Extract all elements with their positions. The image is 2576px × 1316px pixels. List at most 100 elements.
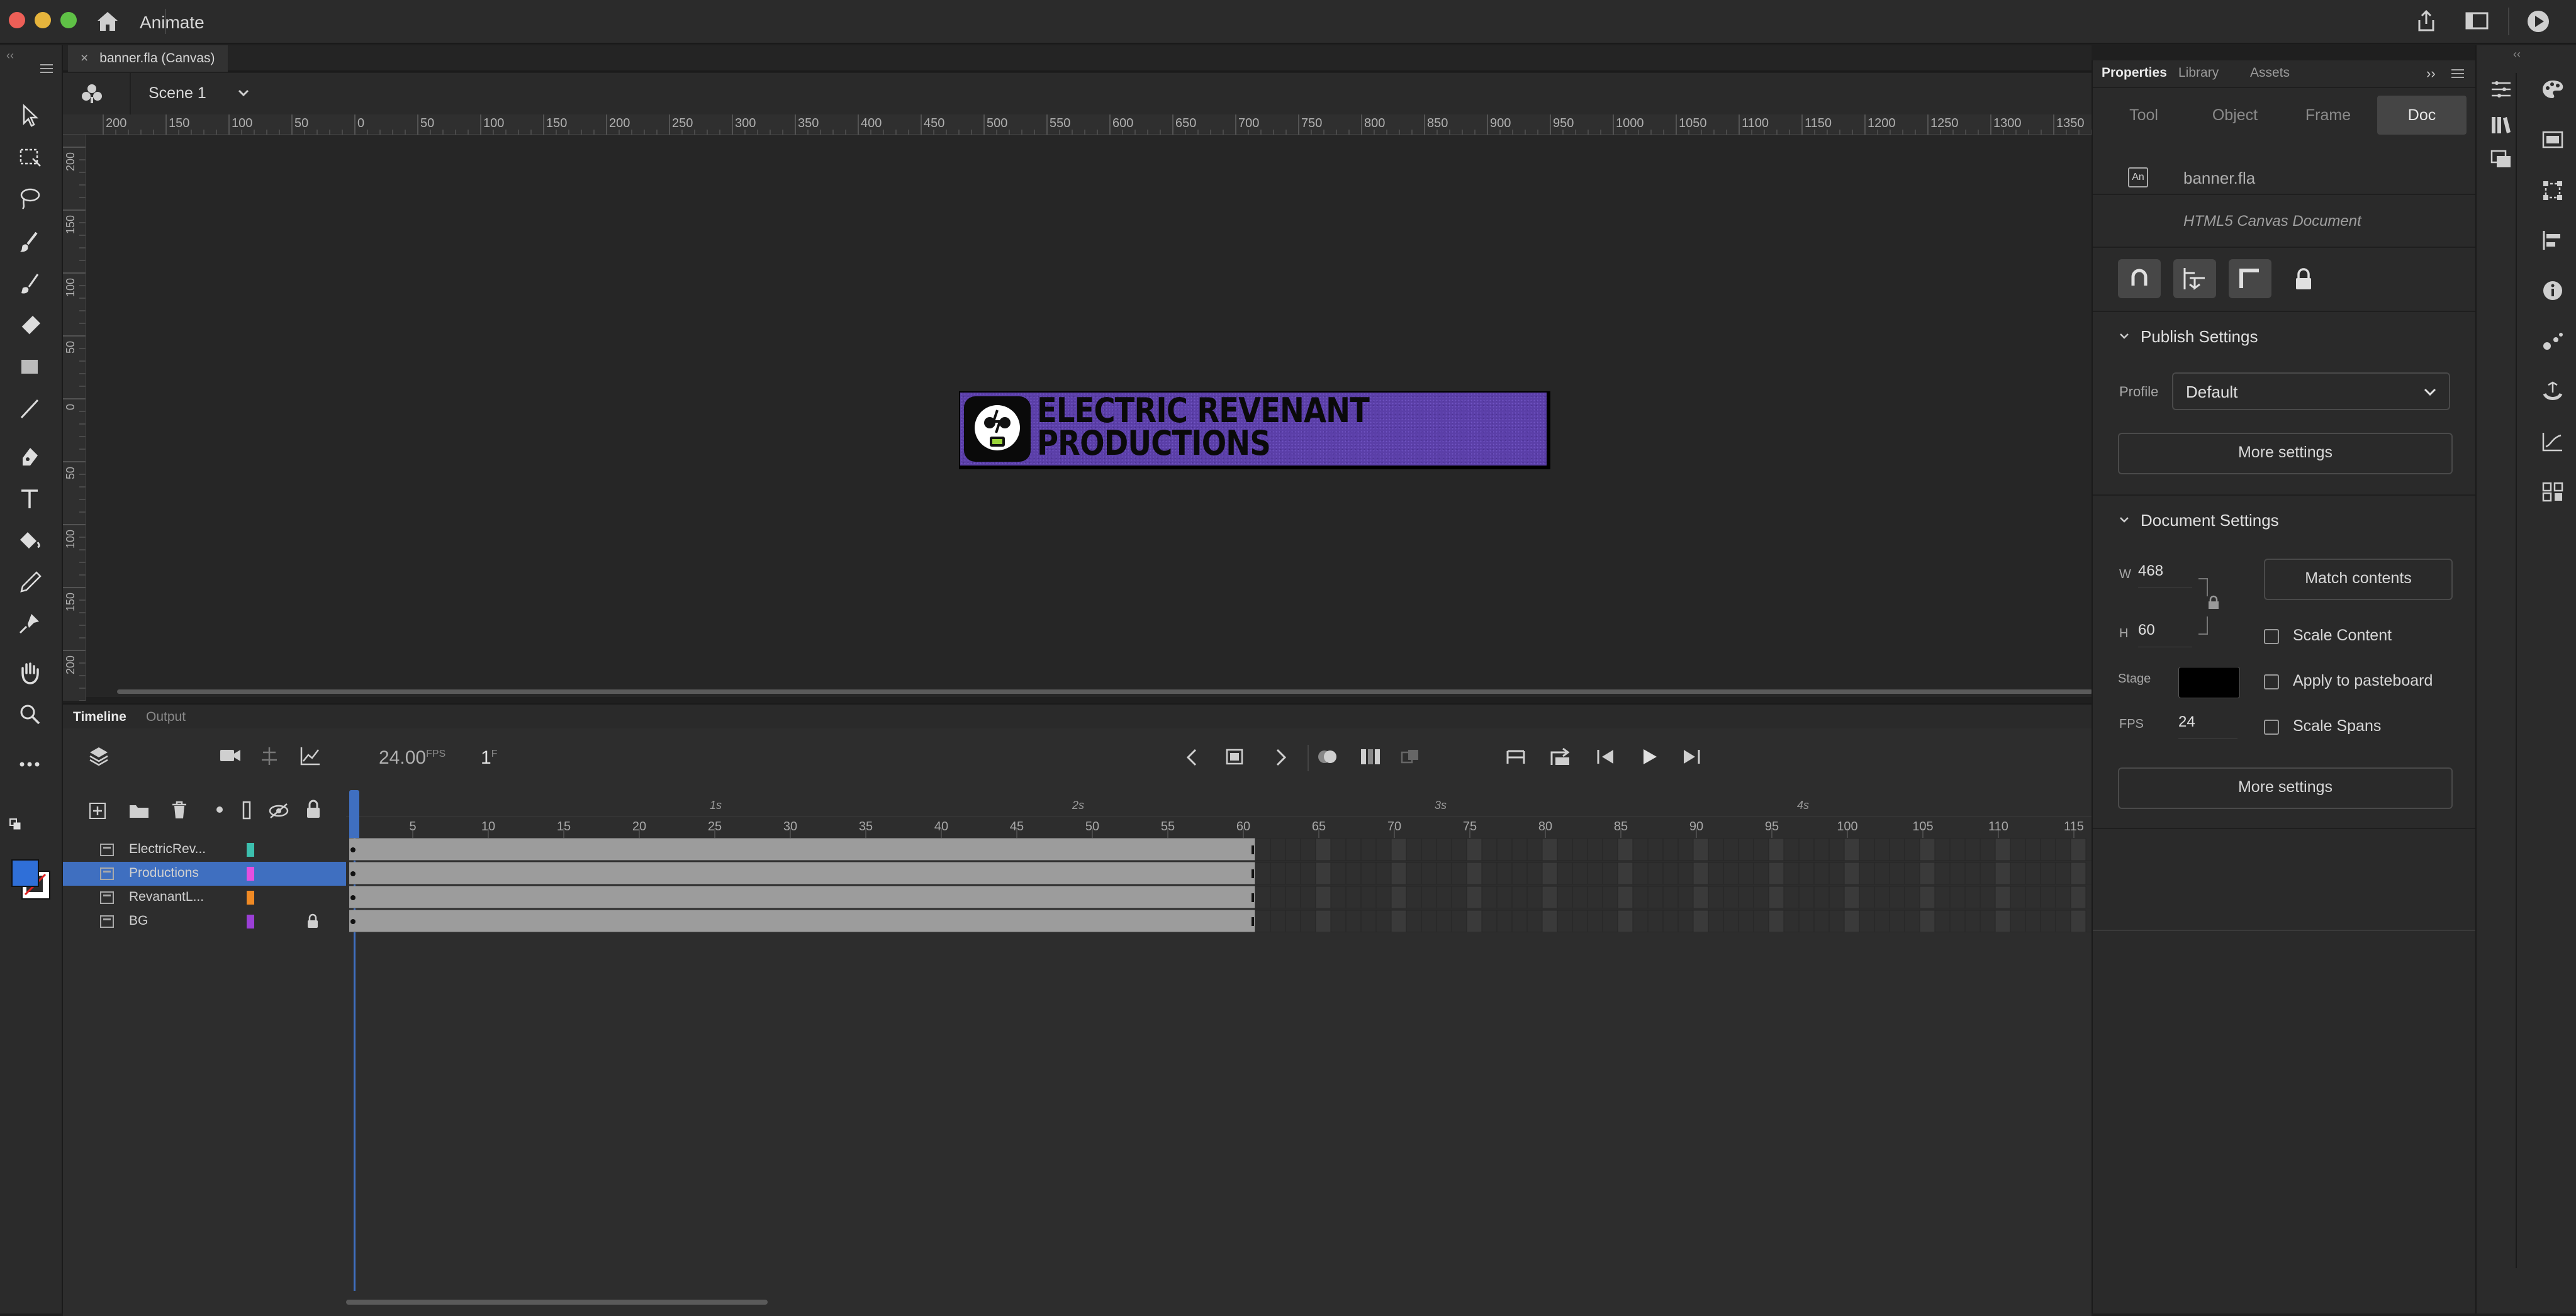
layer-row[interactable]: Productions <box>63 862 346 886</box>
test-movie-icon[interactable] <box>2526 9 2551 34</box>
share-icon[interactable] <box>2415 9 2438 33</box>
subtab-frame[interactable]: Frame <box>2284 93 2372 137</box>
edit-symbols-icon[interactable] <box>81 83 103 104</box>
graph-icon[interactable] <box>300 746 321 766</box>
tab-output[interactable]: Output <box>146 705 186 730</box>
collapse-toolbar-icon[interactable]: ‹‹ <box>6 49 14 62</box>
layer-row[interactable]: BG <box>63 910 346 934</box>
timeline-horizontal-scrollbar[interactable] <box>346 1300 768 1305</box>
tab-properties[interactable]: Properties <box>2102 65 2167 81</box>
assets-panel-icon[interactable] <box>2489 148 2513 171</box>
new-layer-icon[interactable] <box>88 801 107 820</box>
home-icon[interactable] <box>96 10 120 33</box>
workspace-icon[interactable] <box>2465 11 2489 30</box>
align-panel-icon[interactable] <box>2541 229 2565 252</box>
fps-field[interactable]: 24 <box>2178 713 2237 739</box>
layers-icon[interactable] <box>88 745 109 766</box>
step-forward-icon[interactable] <box>1681 747 1701 766</box>
close-tab-icon[interactable]: × <box>81 51 88 65</box>
hide-layers-icon[interactable] <box>268 801 289 820</box>
expand-panel-icon[interactable]: ›› <box>2426 65 2436 82</box>
frame-grid[interactable] <box>346 838 2092 1316</box>
eyedropper-tool-icon[interactable] <box>14 566 45 598</box>
layer-depth-icon[interactable] <box>259 746 279 766</box>
width-field[interactable]: 468 <box>2138 562 2192 588</box>
publish-settings-heading[interactable]: Publish Settings <box>2141 327 2258 347</box>
subtab-doc[interactable]: Doc <box>2377 96 2467 135</box>
close-window-button[interactable] <box>9 12 25 28</box>
layer-color-swatch[interactable] <box>247 867 254 881</box>
motion-editor-icon[interactable] <box>2541 430 2565 453</box>
layer-color-swatch[interactable] <box>247 891 254 905</box>
frame-row[interactable] <box>349 886 2092 908</box>
asset-warp-icon[interactable] <box>2541 380 2565 403</box>
motion-presets-icon[interactable] <box>2541 330 2565 352</box>
step-back-icon[interactable] <box>1596 747 1616 766</box>
pin-tool-icon[interactable] <box>14 608 45 639</box>
next-keyframe-icon[interactable] <box>1271 747 1290 767</box>
document-settings-heading[interactable]: Document Settings <box>2141 511 2279 530</box>
publish-more-settings-button[interactable]: More settings <box>2118 433 2453 474</box>
stage[interactable]: ELECTRIC REVENANT PRODUCTIONS <box>959 391 1550 469</box>
edit-multiple-frames-icon[interactable] <box>1359 746 1382 767</box>
tab-timeline[interactable]: Timeline <box>73 705 126 730</box>
panel-menu-icon[interactable] <box>2450 68 2465 79</box>
frame-row[interactable] <box>349 838 2092 861</box>
stage-color-swatch[interactable] <box>2178 667 2240 698</box>
profile-select[interactable]: Default <box>2172 372 2450 410</box>
frame-readout[interactable]: 1F <box>481 747 497 769</box>
fps-readout[interactable]: 24.00FPS <box>379 747 445 769</box>
pen-tool-icon[interactable] <box>14 442 45 473</box>
collapse-strip-icon[interactable]: ‹‹ <box>2513 48 2521 61</box>
lasso-tool-icon[interactable] <box>14 182 45 214</box>
rectangle-tool-icon[interactable] <box>14 351 45 382</box>
transform-panel-icon[interactable] <box>2541 179 2565 201</box>
zoom-tool-icon[interactable] <box>14 698 45 730</box>
selection-tool-icon[interactable] <box>14 99 45 131</box>
layer-row[interactable]: RevanantL... <box>63 886 346 910</box>
onion-skin-icon[interactable] <box>1315 746 1340 767</box>
loop-icon[interactable] <box>1549 746 1572 767</box>
height-field[interactable]: 60 <box>2138 622 2192 647</box>
frame-row[interactable] <box>349 862 2092 884</box>
subtab-object[interactable]: Object <box>2191 93 2279 137</box>
more-tools-icon[interactable] <box>14 749 45 780</box>
brush-tool-icon[interactable] <box>14 268 45 299</box>
toolbar-menu-icon[interactable] <box>39 63 54 74</box>
new-folder-icon[interactable] <box>128 801 150 820</box>
apply-to-pasteboard-checkbox[interactable] <box>2264 674 2279 689</box>
link-dimensions-icon[interactable] <box>2197 577 2219 635</box>
color-panel-icon[interactable] <box>2541 78 2565 101</box>
snap-magnet-button[interactable] <box>2118 259 2161 298</box>
insert-blank-keyframe-icon[interactable] <box>1505 746 1526 767</box>
layer-color-swatch[interactable] <box>247 915 254 928</box>
eraser-tool-icon[interactable] <box>14 309 45 341</box>
frame-ruler[interactable]: 1s 2s 3s 4s 5 10 15 20 25 30 35 40 45 50 55 60 65 70 75 80 8… <box>346 788 2092 838</box>
camera-icon[interactable] <box>219 747 242 764</box>
document-tab[interactable]: × banner.fla (Canvas) <box>68 45 228 72</box>
properties-panel-icon[interactable] <box>2489 78 2513 101</box>
subtab-tool[interactable]: Tool <box>2102 93 2186 137</box>
minimize-window-button[interactable] <box>35 12 51 28</box>
chevron-down-icon[interactable] <box>2118 330 2131 342</box>
swap-colors-icon[interactable] <box>9 818 23 832</box>
frame-row[interactable] <box>349 910 2092 932</box>
rulers-button[interactable] <box>2229 259 2271 298</box>
library-panel-icon[interactable] <box>2489 113 2513 136</box>
outline-layers-icon[interactable] <box>242 800 252 820</box>
swatches-panel-icon[interactable] <box>2541 128 2565 151</box>
paint-bucket-tool-icon[interactable] <box>14 525 45 556</box>
line-tool-icon[interactable] <box>14 393 45 424</box>
stage-horizontal-scrollbar[interactable] <box>117 689 2093 694</box>
insert-keyframe-icon[interactable] <box>1224 746 1246 767</box>
text-tool-icon[interactable] <box>14 483 45 515</box>
tab-library[interactable]: Library <box>2178 65 2219 81</box>
components-panel-icon[interactable] <box>2541 481 2565 503</box>
scale-spans-checkbox[interactable] <box>2264 720 2279 735</box>
snap-align-button[interactable] <box>2173 259 2216 298</box>
lock-guides-button[interactable] <box>2284 259 2323 298</box>
document-more-settings-button[interactable]: More settings <box>2118 767 2453 809</box>
playhead-handle[interactable] <box>349 790 359 838</box>
chevron-down-icon[interactable] <box>237 87 250 99</box>
lock-layers-icon[interactable] <box>305 799 322 820</box>
